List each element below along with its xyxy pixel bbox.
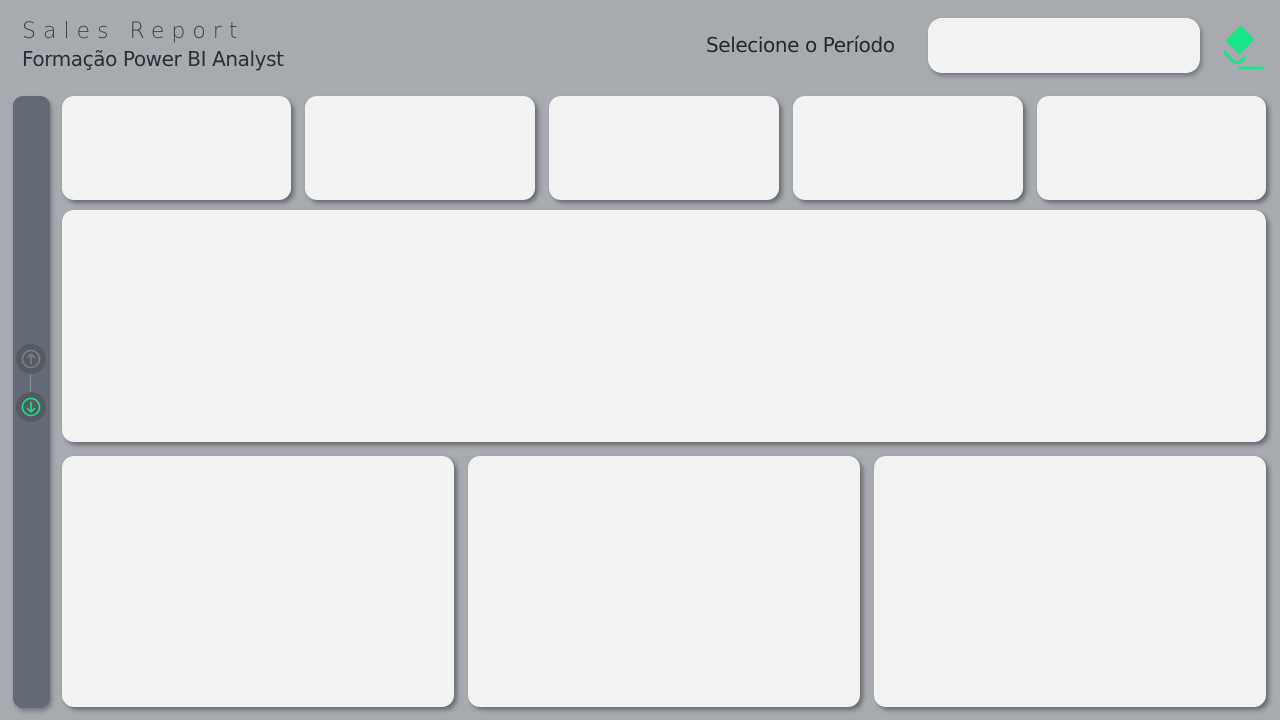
nav-up-button[interactable] [16,344,46,374]
kpi-card-1 [62,96,291,200]
kpi-card-2 [305,96,535,200]
page-navigation-sidebar [13,96,50,708]
bottom-visual-card-2 [468,456,860,707]
main-visual-card [62,210,1266,442]
report-page: Sales Report Formação Power BI Analyst S… [0,0,1280,720]
arrow-down-circle-icon [21,397,41,417]
eraser-icon [1223,25,1264,70]
arrow-up-circle-icon [21,349,41,369]
nav-down-button[interactable] [16,392,46,422]
period-filter-label: Selecione o Período [706,33,895,57]
kpi-card-4 [793,96,1023,200]
period-filter-slicer[interactable] [928,18,1200,73]
header: Sales Report Formação Power BI Analyst [22,18,284,72]
report-subtitle: Formação Power BI Analyst [22,47,284,71]
bottom-visual-card-1 [62,456,454,707]
clear-filters-button[interactable] [1214,22,1266,74]
nav-connector-line [30,374,31,392]
bottom-visual-card-3 [874,456,1266,707]
kpi-card-3 [549,96,779,200]
kpi-card-5 [1037,96,1266,200]
report-title: Sales Report [22,19,245,44]
